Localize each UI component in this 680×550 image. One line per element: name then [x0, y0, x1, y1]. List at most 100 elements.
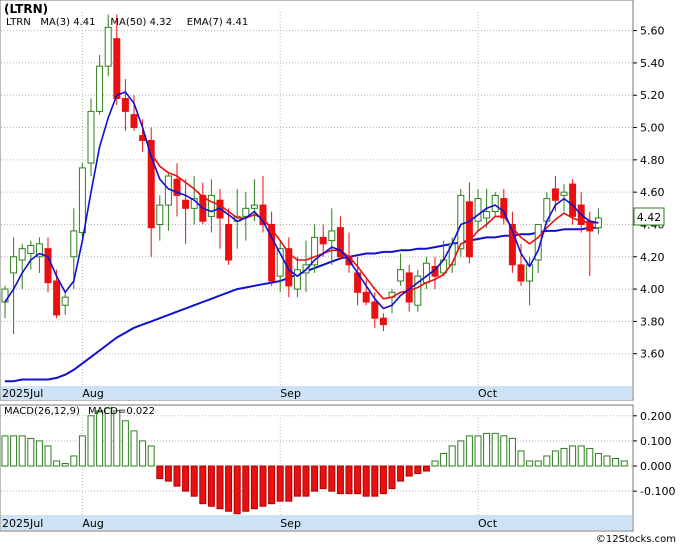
macd-bar — [388, 465, 396, 490]
macd-bar — [345, 465, 353, 495]
macd-bar — [70, 455, 78, 467]
macd-bar — [61, 463, 69, 467]
candle-body — [465, 201, 473, 258]
macd-tick-label: -0.100 — [640, 485, 675, 498]
macd-bar — [534, 460, 542, 467]
macd-bar — [285, 465, 293, 502]
macd-bar — [543, 455, 551, 467]
candle-body — [242, 207, 250, 217]
macd-bar — [620, 460, 628, 467]
macd-bar — [18, 435, 26, 467]
macd-bar — [354, 465, 362, 495]
macd-bar — [199, 465, 207, 505]
candle-body — [61, 296, 69, 306]
macd-bar — [560, 447, 568, 467]
macd-bar — [250, 465, 258, 510]
macd-bar — [268, 465, 276, 505]
macd-bar — [182, 465, 190, 492]
macd-label: MACD(26,12,9) — [4, 406, 80, 417]
candle-body — [569, 183, 577, 217]
macd-bar — [113, 410, 121, 467]
macd-bar — [302, 465, 310, 497]
candle-body — [422, 262, 430, 284]
macd-tick-label: 0.200 — [640, 410, 672, 423]
price-tick-label: 5.40 — [640, 57, 665, 70]
macd-bar — [139, 440, 147, 467]
candle-body — [319, 236, 327, 245]
legend-item: EMA(7) 4.41 — [187, 17, 248, 28]
macd-bar — [156, 465, 164, 480]
macd-bar — [328, 465, 336, 492]
macd-tick-label: 0.000 — [640, 460, 672, 473]
macd-bar — [569, 445, 577, 467]
macd-bar — [422, 465, 430, 472]
price-tick-label: 4.00 — [640, 283, 665, 296]
macd-bar — [242, 465, 250, 512]
macd-x-label: Aug — [82, 517, 103, 530]
candle-body — [517, 264, 525, 282]
macd-bar — [190, 465, 198, 497]
price-tick-label: 4.80 — [640, 154, 665, 167]
price-x-label: Oct — [478, 387, 498, 400]
macd-bar — [233, 465, 241, 515]
chart-symbol-title: (LTRN) — [4, 2, 48, 16]
macd-bar — [164, 465, 172, 482]
macd-bar — [319, 465, 327, 490]
macd-bar — [517, 450, 525, 467]
price-x-label: 2025Jul — [2, 387, 43, 400]
price-tick-label: 3.60 — [640, 348, 665, 361]
candle-body — [18, 248, 26, 261]
price-tick-label: 5.00 — [640, 122, 665, 135]
candle-body — [156, 204, 164, 225]
macd-bar — [87, 415, 95, 467]
macd-bar — [551, 450, 559, 467]
candle-body — [70, 230, 78, 258]
macd-bar — [10, 435, 18, 467]
price-x-label: Sep — [280, 387, 301, 400]
macd-bar — [225, 465, 233, 512]
candle-body — [104, 26, 112, 67]
macd-bar — [259, 465, 267, 507]
macd-y-axis: -0.100 0.000 0.100 0.200 — [633, 410, 675, 498]
candle-body — [87, 110, 95, 164]
macd-bar — [612, 457, 620, 467]
price-tick-label: 4.60 — [640, 186, 665, 199]
macd-bar — [594, 452, 602, 467]
candle-body — [293, 269, 301, 290]
macd-x-label: Sep — [280, 517, 301, 530]
candle-body — [53, 280, 61, 316]
macd-bar — [35, 440, 43, 467]
macd-bar — [405, 465, 413, 477]
macd-bar — [440, 452, 448, 467]
price-y-axis: 3.603.804.004.204.404.604.805.005.205.40… — [633, 25, 665, 361]
chart-canvas: 3.603.804.004.204.404.604.805.005.205.40… — [0, 0, 676, 545]
macd-bar — [500, 435, 508, 467]
macd-bar — [457, 440, 465, 467]
macd-bar — [336, 465, 344, 495]
candle-body — [250, 204, 258, 209]
macd-bar — [577, 445, 585, 467]
macd-x-label: Oct — [478, 517, 498, 530]
candle-body — [10, 256, 18, 274]
macd-bar — [293, 465, 301, 497]
candle-body — [113, 38, 121, 99]
candle-body — [225, 223, 233, 261]
candle-body — [371, 301, 379, 319]
price-panel-frame — [0, 0, 634, 401]
macd-bar — [603, 455, 611, 467]
candle-body — [207, 194, 215, 217]
macd-tick-label: 0.100 — [640, 435, 672, 448]
candle-body — [328, 230, 336, 242]
legend-item: MA(3) 4.41 — [40, 17, 95, 28]
candle-body — [560, 191, 568, 196]
macd-bar — [53, 460, 61, 467]
macd-bar — [508, 437, 516, 467]
candle-body — [78, 167, 86, 234]
candle-body — [397, 269, 405, 282]
price-tick-label: 4.20 — [640, 251, 665, 264]
last-price-label: 4.42 — [637, 211, 662, 224]
candle-body — [121, 97, 129, 112]
candle-body — [474, 198, 482, 222]
macd-bar — [311, 465, 319, 492]
price-tick-label: 3.80 — [640, 315, 665, 328]
